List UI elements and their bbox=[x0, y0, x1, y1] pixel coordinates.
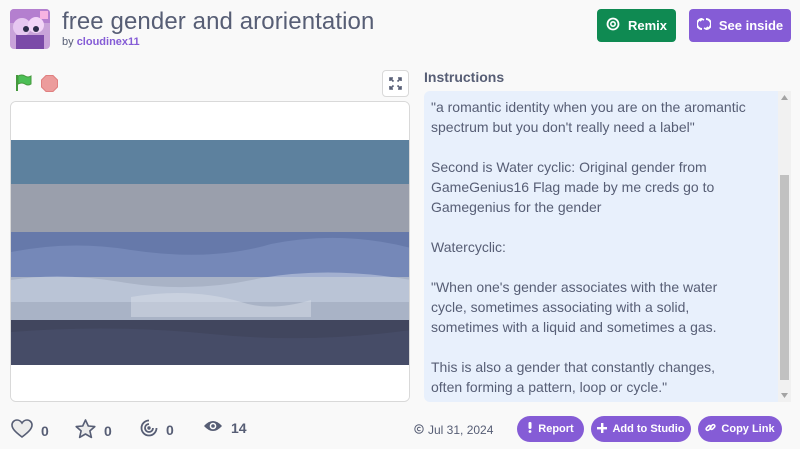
project-title: free gender and arorientation bbox=[62, 8, 375, 35]
project-page: free gender and arorientation by cloudin… bbox=[0, 0, 800, 449]
report-label: Report bbox=[538, 423, 574, 435]
link-icon bbox=[705, 422, 717, 436]
copy-link-label: Copy Link bbox=[721, 423, 775, 435]
see-inside-label: See inside bbox=[718, 18, 784, 33]
share-date-text: Jul 31, 2024 bbox=[428, 423, 494, 437]
stage-flag-image bbox=[11, 102, 409, 401]
share-date: Jul 31, 2024 bbox=[414, 423, 493, 437]
star-icon bbox=[75, 419, 96, 442]
stop-icon[interactable] bbox=[41, 75, 58, 92]
fullscreen-icon[interactable] bbox=[382, 70, 409, 97]
author-avatar[interactable] bbox=[10, 9, 50, 49]
add-to-studio-button[interactable]: Add to Studio bbox=[591, 416, 691, 442]
plus-icon bbox=[597, 422, 608, 436]
favorites-count: 0 bbox=[104, 422, 112, 439]
remix-count-icon bbox=[140, 419, 158, 440]
see-inside-button[interactable]: See inside bbox=[689, 9, 791, 42]
copyright-icon bbox=[414, 423, 424, 437]
scroll-thumb[interactable] bbox=[780, 175, 789, 380]
favorites-stat[interactable]: 0 bbox=[75, 419, 112, 442]
add-to-studio-label: Add to Studio bbox=[612, 423, 685, 435]
heart-icon bbox=[11, 419, 33, 442]
instructions-text: "a romantic identity when you are on the… bbox=[431, 99, 746, 395]
instructions-panel[interactable]: "a romantic identity when you are on the… bbox=[424, 91, 791, 402]
green-flag-icon[interactable] bbox=[14, 74, 32, 92]
report-icon bbox=[527, 422, 533, 436]
scroll-up-arrow-icon[interactable] bbox=[778, 91, 791, 104]
views-count: 14 bbox=[231, 419, 247, 436]
project-stage[interactable] bbox=[10, 101, 410, 402]
remix-label: Remix bbox=[627, 18, 668, 33]
scroll-down-arrow-icon[interactable] bbox=[778, 389, 791, 402]
instructions-scrollbar[interactable] bbox=[778, 91, 791, 402]
loves-count: 0 bbox=[41, 422, 49, 439]
author-link[interactable]: cloudinex11 bbox=[77, 36, 140, 48]
views-stat: 14 bbox=[203, 419, 247, 436]
copy-link-button[interactable]: Copy Link bbox=[698, 416, 782, 442]
instructions-heading: Instructions bbox=[424, 69, 505, 85]
remixes-stat: 0 bbox=[140, 419, 174, 440]
by-prefix: by bbox=[62, 36, 77, 48]
remixes-count: 0 bbox=[166, 421, 174, 438]
report-button[interactable]: Report bbox=[517, 416, 584, 442]
remix-button[interactable]: Remix bbox=[597, 9, 676, 42]
see-inside-icon bbox=[695, 17, 712, 34]
eye-icon bbox=[203, 419, 223, 436]
author-byline: by cloudinex11 bbox=[62, 36, 140, 48]
loves-stat[interactable]: 0 bbox=[11, 419, 49, 442]
remix-icon bbox=[606, 17, 620, 34]
